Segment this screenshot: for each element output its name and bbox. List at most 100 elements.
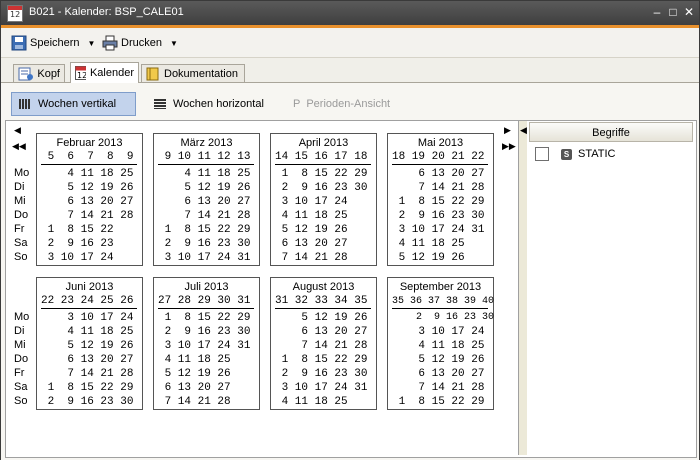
next-month-icon[interactable]: ▶ (504, 125, 511, 136)
day-row[interactable]: 4 11 18 25 (158, 353, 258, 367)
period-view-button[interactable]: P Perioden-Ansicht (287, 92, 402, 116)
day-row[interactable]: 5 12 19 26 (41, 181, 141, 195)
day-grid: 2 9 16 23 30 3 10 17 24 4 11 18 25 5 12 … (392, 311, 494, 409)
day-row[interactable]: 7 14 21 28 (392, 381, 492, 395)
day-row[interactable]: 5 12 19 26 (158, 367, 258, 381)
minimize-icon[interactable]: – (651, 6, 663, 18)
prev-year-icon[interactable]: ◀◀ (12, 141, 26, 152)
day-row[interactable]: 6 13 20 27 (275, 237, 375, 251)
day-row[interactable]: 2 9 16 23 30 (158, 325, 258, 339)
day-row[interactable]: 3 10 17 24 31 (275, 381, 375, 395)
weekday-label: Mo (14, 311, 30, 323)
day-row[interactable]: 3 10 17 24 31 (158, 339, 258, 353)
day-row[interactable]: 3 10 17 24 (41, 251, 141, 265)
day-row[interactable]: 2 9 16 23 30 (275, 367, 375, 381)
weekday-label: Di (14, 325, 25, 337)
day-row[interactable]: 7 14 21 28 (41, 367, 141, 381)
day-grid: 4 11 18 25 5 12 19 26 6 13 20 27 7 14 21… (158, 167, 258, 265)
prev-month-icon[interactable]: ◀ (14, 125, 21, 136)
tab-kalender[interactable]: 12 Kalender (70, 62, 139, 83)
day-row[interactable]: 4 11 18 25 (275, 395, 375, 409)
static-checkbox[interactable] (535, 147, 549, 161)
day-row[interactable]: 2 9 16 23 30 (392, 311, 494, 325)
day-row[interactable]: 5 12 19 26 (275, 311, 375, 325)
terms-row[interactable]: S STATIC (535, 147, 615, 161)
day-row[interactable]: 4 11 18 25 (158, 167, 258, 181)
month-panel: August 2013 31 32 33 34 35 5 12 19 26 6 1… (270, 277, 377, 410)
day-row[interactable]: 2 9 16 23 30 (275, 181, 375, 195)
tab-dokumentation[interactable]: Dokumentation (141, 64, 245, 82)
weeks-vertical-button[interactable]: Wochen vertikal (11, 92, 136, 116)
save-button[interactable]: Speichern ▼ (11, 33, 95, 53)
day-row[interactable]: 3 10 17 24 31 (158, 251, 258, 265)
day-row[interactable]: 3 10 17 24 (41, 311, 141, 325)
week-numbers: 9 10 11 12 13 (158, 151, 254, 165)
day-row[interactable]: 2 9 16 23 30 (392, 209, 492, 223)
day-row[interactable]: 7 14 21 28 (275, 251, 375, 265)
day-row[interactable]: 6 13 20 27 (392, 367, 492, 381)
maximize-icon[interactable]: □ (667, 6, 679, 18)
day-row[interactable]: 1 8 15 22 29 (392, 195, 492, 209)
month-panel: Mai 2013 18 19 20 21 22 6 13 20 27 7 14 2… (387, 133, 494, 266)
day-row[interactable]: 4 11 18 25 (275, 209, 375, 223)
day-grid: 1 8 15 22 29 2 9 16 23 30 3 10 17 24 31 … (158, 311, 258, 409)
day-row[interactable]: 3 10 17 24 31 (392, 223, 492, 237)
day-row[interactable]: 7 14 21 28 (41, 209, 141, 223)
day-row[interactable]: 3 10 17 24 (275, 195, 375, 209)
close-icon[interactable]: ✕ (683, 6, 695, 18)
day-row[interactable]: 6 13 20 27 (41, 195, 141, 209)
weekday-label: Do (14, 209, 29, 221)
day-row[interactable]: 2 9 16 23 (41, 237, 141, 251)
day-row[interactable]: 5 12 19 26 (41, 339, 141, 353)
weekday-labels: Mo Di Mi Do Fr Sa So (14, 166, 29, 264)
weeks-horizontal-button[interactable]: Wochen horizontal (147, 92, 272, 116)
day-row[interactable]: 7 14 21 28 (158, 209, 258, 223)
day-row[interactable]: 1 8 15 22 29 (275, 353, 375, 367)
day-row[interactable]: 1 8 15 22 29 (158, 223, 258, 237)
day-row[interactable]: 1 8 15 22 29 (41, 381, 141, 395)
day-row[interactable]: 1 8 15 22 29 (158, 311, 258, 325)
day-row[interactable]: 4 11 18 25 (392, 237, 492, 251)
day-row[interactable]: 2 9 16 23 30 (158, 237, 258, 251)
weekday-label: Fr (14, 223, 25, 235)
day-row[interactable]: 1 8 15 22 (41, 223, 141, 237)
month-title: Juli 2013 (184, 281, 229, 293)
print-button[interactable]: Drucken ▼ (102, 33, 178, 53)
day-row[interactable]: 7 14 21 28 (275, 339, 375, 353)
day-row[interactable]: 5 12 19 26 (275, 223, 375, 237)
day-row[interactable]: 5 12 19 26 (158, 181, 258, 195)
day-row[interactable]: 6 13 20 27 (275, 325, 375, 339)
day-row[interactable]: 6 13 20 27 (158, 381, 258, 395)
week-numbers: 5 6 7 8 9 (41, 151, 137, 165)
weekday-label: Di (14, 181, 25, 193)
next-year-icon[interactable]: ▶▶ (502, 141, 516, 152)
month-title: März 2013 (180, 137, 233, 149)
day-row[interactable]: 6 13 20 27 (158, 195, 258, 209)
tab-kopf[interactable]: Kopf (13, 64, 65, 82)
day-row[interactable]: 1 8 15 22 29 (392, 395, 492, 409)
day-row[interactable]: 7 14 21 28 (392, 181, 492, 195)
save-dropdown-icon[interactable]: ▼ (88, 39, 96, 48)
terms-header[interactable]: Begriffe (529, 122, 693, 142)
day-grid: 1 8 15 22 29 2 9 16 23 30 3 10 17 24 4 1… (275, 167, 375, 265)
month-title: August 2013 (292, 281, 355, 293)
day-row[interactable]: 6 13 20 27 (41, 353, 141, 367)
period-icon: P (293, 98, 301, 110)
month-title: September 2013 (399, 281, 482, 293)
month-title: April 2013 (298, 137, 349, 149)
day-row[interactable]: 1 8 15 22 29 (275, 167, 375, 181)
day-row[interactable]: 5 12 19 26 (392, 353, 492, 367)
collapse-left-icon[interactable]: ◀ (520, 125, 527, 136)
day-row[interactable]: 4 11 18 25 (41, 167, 141, 181)
save-label: Speichern (30, 37, 80, 49)
print-dropdown-icon[interactable]: ▼ (170, 39, 178, 48)
header-doc-icon (18, 67, 33, 80)
day-row[interactable]: 5 12 19 26 (392, 251, 492, 265)
day-row[interactable]: 2 9 16 23 30 (41, 395, 141, 409)
day-row[interactable]: 4 11 18 25 (41, 325, 141, 339)
day-row[interactable]: 3 10 17 24 (392, 325, 492, 339)
day-row[interactable]: 6 13 20 27 (392, 167, 492, 181)
day-row[interactable]: 4 11 18 25 (392, 339, 492, 353)
day-row[interactable]: 7 14 21 28 (158, 395, 258, 409)
month-title: Juni 2013 (65, 281, 114, 293)
